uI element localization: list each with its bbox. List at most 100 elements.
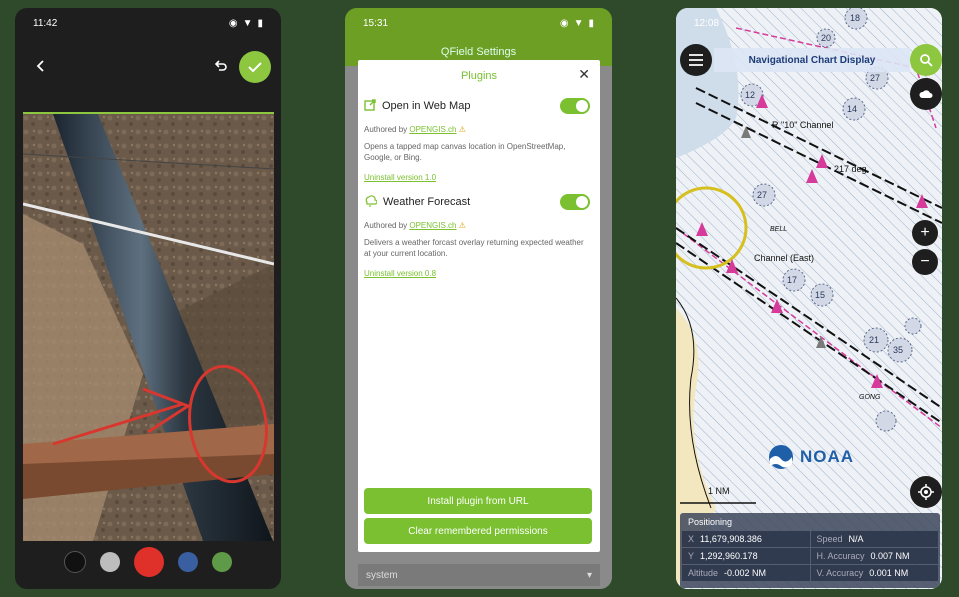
search-icon: [919, 53, 933, 67]
locate-button[interactable]: [910, 476, 942, 508]
dropdown-value: system: [366, 569, 398, 581]
author-link[interactable]: OPENGIS.ch: [409, 221, 456, 230]
x-value: 11,679,908.386: [700, 534, 762, 544]
zoom-out-button[interactable]: −: [912, 249, 938, 275]
dialog-title: Plugins: [460, 70, 498, 82]
status-time: 11:42: [33, 17, 58, 29]
y-value: 1,292,960.178: [700, 551, 758, 561]
v-accuracy-label: V. Accuracy: [816, 568, 864, 578]
status-icons: ◉ ▼ ▮: [229, 18, 263, 29]
zoom-in-button[interactable]: +: [912, 220, 938, 246]
crosshair-icon: [918, 484, 934, 500]
battery-icon: ▮: [588, 17, 594, 29]
v-accuracy-value: 0.001 NM: [869, 568, 909, 578]
position-h-accuracy: H. Accuracy 0.007 NM: [810, 548, 938, 564]
x-label: X: [688, 534, 695, 544]
warning-icon: ⚠: [458, 125, 466, 134]
phone-photo-editor: 11:42 ◉ ▼ ▮: [15, 8, 281, 589]
chart-label-channel: R "10" Channel: [772, 120, 834, 130]
plugin-name: Weather Forecast: [383, 196, 471, 208]
scale-bar-label: 1 NM: [708, 486, 730, 496]
speed-value: N/A: [848, 534, 864, 544]
color-swatch-green[interactable]: [212, 552, 232, 572]
depth-sounding: 17: [787, 275, 798, 285]
author-link[interactable]: OPENGIS.ch: [409, 125, 456, 134]
dropdown-arrow-icon: ▾: [586, 569, 592, 581]
back-icon[interactable]: [31, 56, 51, 76]
install-plugin-button[interactable]: Install plugin from URL: [364, 488, 592, 514]
depth-sounding: 12: [745, 90, 756, 100]
depth-sounding: 27: [757, 190, 768, 200]
search-button[interactable]: [910, 44, 942, 76]
status-time: 15:31: [363, 17, 389, 29]
phone-nautical-chart: 12:08 Navigational Chart Display + − R "…: [676, 8, 942, 589]
noaa-logo: NOAA: [768, 444, 854, 470]
position-v-accuracy: V. Accuracy 0.001 NM: [810, 565, 938, 581]
chart-label-bearing: 217 deg: [834, 164, 867, 174]
plugin-author: Authored by OPENGIS.ch ⚠: [364, 220, 590, 231]
h-accuracy-label: H. Accuracy: [816, 551, 865, 561]
chart-label-bell: BELL: [770, 226, 788, 233]
authored-by-label: Authored by: [364, 221, 410, 230]
battery-icon: ▮: [257, 17, 263, 29]
depth-sounding: 27: [870, 73, 881, 83]
annotated-photo[interactable]: [23, 112, 274, 541]
warning-icon: ⚠: [458, 221, 466, 230]
h-accuracy-value: 0.007 NM: [870, 551, 910, 561]
clear-permissions-button[interactable]: Clear remembered permissions: [364, 518, 592, 544]
depth-sounding: 15: [815, 290, 826, 300]
plugin-author: Authored by OPENGIS.ch ⚠: [364, 124, 590, 135]
external-link-icon: [364, 98, 376, 114]
plugins-dialog: Plugins ✕ Open in Web Map Authored by OP…: [358, 60, 600, 552]
position-y: Y 1,292,960.178: [682, 548, 810, 564]
nautical-chart-map[interactable]: [676, 8, 942, 589]
check-icon: [248, 62, 262, 73]
theme-dropdown[interactable]: system ▾: [358, 564, 600, 586]
chart-label-channel-east: Channel (East): [754, 253, 815, 263]
color-swatch-black[interactable]: [64, 551, 86, 573]
close-icon[interactable]: ✕: [578, 66, 590, 83]
color-palette: [15, 547, 281, 577]
uninstall-link[interactable]: Uninstall version 0.8: [364, 269, 590, 278]
menu-button[interactable]: [680, 44, 712, 76]
plugin-item-web-map: Open in Web Map Authored by OPENGIS.ch ⚠…: [358, 92, 600, 182]
confirm-check-button[interactable]: [239, 51, 271, 83]
noaa-logo-text: NOAA: [800, 447, 855, 466]
settings-title: QField Settings: [440, 46, 517, 58]
positioning-panel: Positioning X 11,679,908.386 Speed N/A Y 1,…: [680, 513, 940, 588]
dialog-header: Plugins ✕: [358, 60, 600, 92]
depth-sounding: 14: [847, 104, 858, 114]
position-speed: Speed N/A: [810, 531, 938, 547]
location-icon: ◉: [228, 17, 238, 29]
status-bar: 11:42 ◉ ▼ ▮: [15, 8, 281, 38]
depth-sounding: 21: [869, 335, 880, 345]
cloud-sync-button[interactable]: [910, 78, 942, 110]
status-bar: 12:08: [676, 8, 942, 38]
status-bar: 15:31 ◉ ▼ ▮: [345, 8, 612, 38]
y-label: Y: [688, 551, 695, 561]
wifi-icon: ▼: [573, 17, 584, 29]
plugin-enable-toggle[interactable]: [560, 194, 590, 210]
color-swatch-gray[interactable]: [100, 552, 120, 572]
location-icon: ◉: [559, 17, 569, 29]
plugin-item-weather: Weather Forecast Authored by OPENGIS.ch …: [358, 188, 600, 278]
cloud-icon: [919, 90, 933, 98]
uninstall-link[interactable]: Uninstall version 1.0: [364, 173, 590, 182]
color-swatch-blue[interactable]: [178, 552, 198, 572]
position-x: X 11,679,908.386: [682, 531, 810, 547]
depth-sounding: 35: [893, 345, 904, 355]
weather-cloud-icon: [364, 194, 378, 210]
plugin-name: Open in Web Map: [382, 100, 471, 112]
hamburger-icon: [689, 54, 703, 66]
authored-by-label: Authored by: [364, 125, 410, 134]
undo-icon[interactable]: [211, 56, 231, 76]
chart-label-gong: GONG: [859, 394, 881, 401]
status-time: 12:08: [694, 17, 720, 29]
status-icons: ◉ ▼ ▮: [560, 18, 594, 29]
position-altitude: Altitude -0.002 NM: [682, 565, 810, 581]
speed-label: Speed: [816, 534, 843, 544]
color-swatch-red-selected[interactable]: [134, 547, 164, 577]
plugin-enable-toggle[interactable]: [560, 98, 590, 114]
map-title: Navigational Chart Display: [714, 48, 910, 72]
positioning-title: Positioning: [688, 517, 733, 527]
